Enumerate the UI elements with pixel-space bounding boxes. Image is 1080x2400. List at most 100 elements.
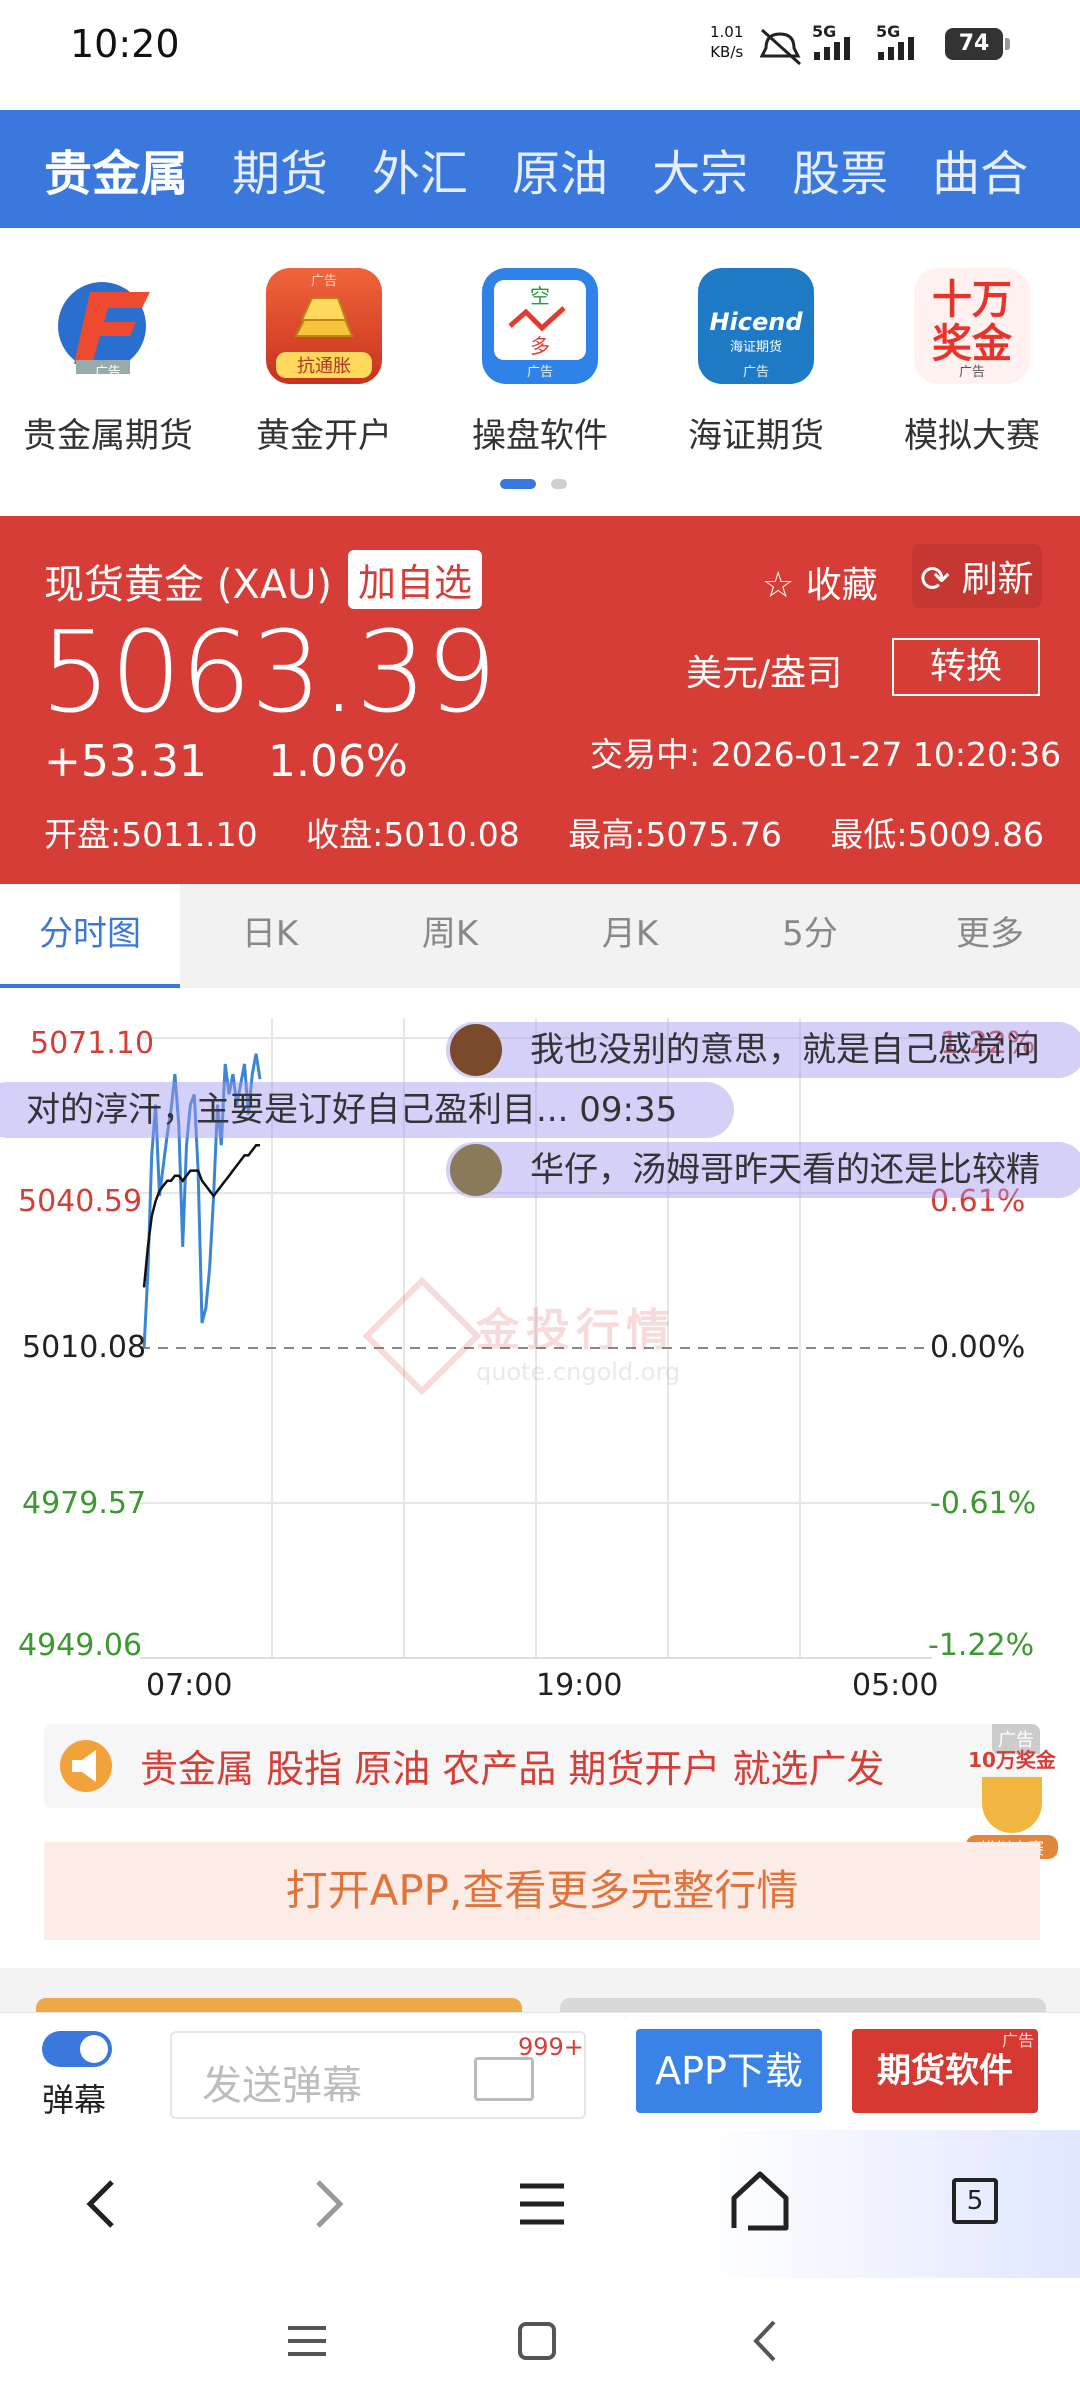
tab-futures[interactable]: 期货 xyxy=(210,134,350,204)
avatar xyxy=(450,1144,502,1196)
ad-banner[interactable]: 贵金属 股指 原油 农产品 期货开户 就选广发 广告 xyxy=(44,1724,1040,1808)
category-tabs: 贵金属 期货 外汇 原油 大宗 股票 曲合 xyxy=(0,110,1080,228)
danmaku-message: 华仔，汤姆哥昨天看的还是比较精 xyxy=(446,1142,1080,1198)
ad-tag: 广告 xyxy=(742,365,769,380)
convert-button[interactable]: 转换 xyxy=(892,638,1040,696)
add-to-watchlist-button[interactable]: 加自选 xyxy=(348,550,483,609)
network-speed-unit: KB/s xyxy=(710,43,744,61)
favorite-label: 收藏 xyxy=(805,565,878,606)
system-navigation-bar xyxy=(0,2278,1080,2400)
y-tick-label: 4979.57 xyxy=(22,1486,147,1521)
danmaku-text: 华仔，汤姆哥昨天看的还是比较精 xyxy=(530,1150,1040,1190)
tab-weekly-k[interactable]: 周K xyxy=(360,884,540,988)
ad-tag: 广告 xyxy=(94,365,121,380)
status-bar: 10:20 1.01 KB/s 5G 5G 74 xyxy=(0,0,1080,110)
low-price: 最低:5009.86 xyxy=(830,815,1044,854)
tab-5min[interactable]: 5分 xyxy=(720,884,900,988)
danmaku-message: 我也没别的意思，就是自己感觉问 xyxy=(446,1022,1080,1078)
instrument-name: 现货黄金 (XAU) xyxy=(44,562,332,608)
home-icon[interactable] xyxy=(714,2158,804,2248)
tab-more[interactable]: 曲合 xyxy=(910,134,1050,204)
pct-tick-label: 0.00% xyxy=(930,1330,1026,1365)
tabs-button[interactable]: 5 xyxy=(930,2158,1020,2248)
long-label: 多 xyxy=(530,334,550,358)
shortcut-label: 海证期货 xyxy=(688,416,824,456)
close-price: 收盘:5010.08 xyxy=(306,815,520,854)
futures-software-label: 期货软件 xyxy=(877,2051,1013,2091)
recent-apps-icon[interactable] xyxy=(272,2306,342,2376)
home-button-icon[interactable] xyxy=(502,2306,572,2376)
gold-bar-icon: 广告 抗通胀 xyxy=(266,268,382,384)
app-download-button[interactable]: APP下载 xyxy=(636,2029,822,2113)
intraday-chart[interactable]: 金投行情 quote.cngold.org 5071.10 5040.59 50… xyxy=(0,988,1080,1708)
danmaku-toggle[interactable] xyxy=(42,2031,112,2067)
forward-icon[interactable] xyxy=(280,2158,370,2248)
refresh-label: 刷新 xyxy=(961,559,1034,600)
ad-tag: 广告 xyxy=(1001,2031,1034,2050)
high-price: 最高:5075.76 xyxy=(568,815,782,854)
danmaku-toggle-label: 弹幕 xyxy=(42,2081,107,2119)
y-tick-label: 5040.59 xyxy=(18,1184,143,1219)
battery-icon: 74 xyxy=(945,28,1010,60)
shortcut-simulation-contest[interactable]: 十万奖金 广告 模拟大赛 xyxy=(864,268,1080,457)
trading-status: 交易中: 2026-01-27 10:20:36 xyxy=(590,735,1062,774)
ad-tag: 广告 xyxy=(526,365,553,380)
signal-bars-2 xyxy=(878,37,914,60)
danmaku-input[interactable]: 发送弹幕 999+ xyxy=(170,2031,586,2119)
shortcut-precious-metal-futures[interactable]: 广告 贵金属期货 xyxy=(0,268,216,457)
danmaku-message: 对的淳汗，主要是订好自己盈利目... 09:35 xyxy=(0,1082,734,1138)
hicend-sub: 海证期货 xyxy=(729,340,782,355)
tab-commodities[interactable]: 大宗 xyxy=(630,134,770,204)
trophy-title: 10万奖金 xyxy=(968,1748,1056,1772)
shortcut-hicend-futures[interactable]: Hicend 海证期货 广告 海证期货 xyxy=(648,268,864,457)
refresh-button[interactable]: ⟳ 刷新 xyxy=(912,544,1042,608)
shortcut-label: 操盘软件 xyxy=(472,416,608,456)
promo-card-edge xyxy=(36,1998,522,2012)
shortcut-label: 黄金开户 xyxy=(256,416,392,456)
hicend-logo-icon: Hicend 海证期货 广告 xyxy=(698,268,814,384)
shortcut-trading-software[interactable]: 空 多 广告 操盘软件 xyxy=(432,268,648,457)
favorite-button[interactable]: ☆ 收藏 xyxy=(762,556,878,608)
network-speed: 1.01 KB/s xyxy=(710,22,743,62)
mute-icon xyxy=(760,28,802,66)
tab-daily-k[interactable]: 日K xyxy=(180,884,360,988)
clock: 10:20 xyxy=(70,22,180,66)
trophy-icon xyxy=(982,1777,1042,1833)
tab-intraday[interactable]: 分时图 xyxy=(0,884,180,988)
inflation-badge: 抗通胀 xyxy=(276,352,372,378)
tab-forex[interactable]: 外汇 xyxy=(350,134,490,204)
tab-monthly-k[interactable]: 月K xyxy=(540,884,720,988)
carousel-dot xyxy=(551,479,568,489)
current-price: 5063.39 xyxy=(40,608,497,738)
x-tick-label: 19:00 xyxy=(536,1668,623,1703)
shortcut-gold-account[interactable]: 广告 抗通胀 黄金开户 xyxy=(216,268,432,457)
star-icon: ☆ xyxy=(762,565,795,606)
price-change: +53.31 xyxy=(44,736,207,787)
content-divider xyxy=(0,1968,1080,2012)
open-app-banner[interactable]: 打开APP,查看更多完整行情 xyxy=(44,1842,1040,1940)
menu-icon[interactable] xyxy=(496,2158,586,2248)
avatar xyxy=(450,1024,502,1076)
ad-tag: 广告 xyxy=(958,365,985,380)
carousel-indicator xyxy=(500,474,577,493)
shortcut-label: 贵金属期货 xyxy=(23,416,193,456)
promo-card-edge xyxy=(560,1998,1046,2012)
prize-icon: 十万奖金 广告 xyxy=(914,268,1030,384)
tab-precious-metals[interactable]: 贵金属 xyxy=(0,134,210,204)
futures-software-button[interactable]: 期货软件 广告 xyxy=(852,2029,1038,2113)
chart-watermark: 金投行情 quote.cngold.org xyxy=(362,1276,680,1396)
shortcut-grid: 广告 贵金属期货 广告 抗通胀 黄金开户 空 多 广告 操盘软件 Hicend xyxy=(0,228,1080,516)
tab-crude-oil[interactable]: 原油 xyxy=(490,134,630,204)
quote-stats: 开盘:5011.10 收盘:5010.08 最高:5075.76 最低:5009… xyxy=(44,808,1044,856)
precious-metal-futures-logo-icon: 广告 xyxy=(50,268,166,384)
tab-more-charts[interactable]: 更多 xyxy=(900,884,1080,988)
back-icon[interactable] xyxy=(60,2158,150,2248)
system-back-icon[interactable] xyxy=(730,2306,800,2376)
signal-bars-1 xyxy=(814,37,850,60)
pct-tick-label: -0.61% xyxy=(930,1486,1037,1521)
tab-stocks[interactable]: 股票 xyxy=(770,134,910,204)
mail-icon[interactable] xyxy=(474,2057,534,2101)
x-tick-label: 07:00 xyxy=(146,1668,233,1703)
x-tick-label: 05:00 xyxy=(852,1668,939,1703)
trading-software-icon: 空 多 广告 xyxy=(482,268,598,384)
